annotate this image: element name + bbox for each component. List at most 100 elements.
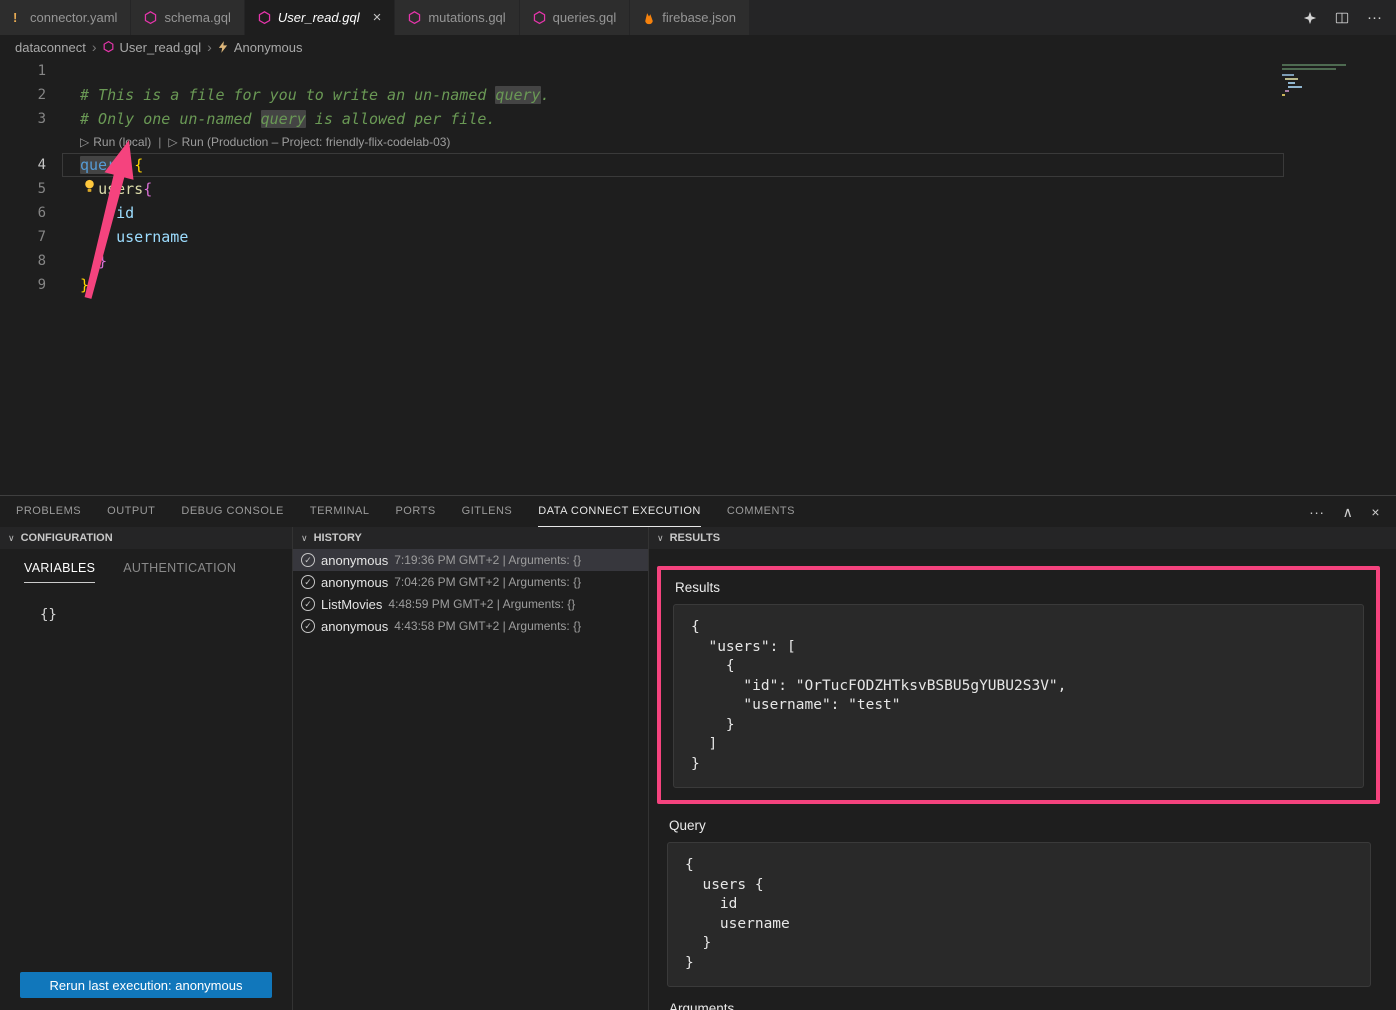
run-production-label: Run (Production – Project: friendly-flix…: [182, 131, 451, 153]
chevron-down-icon: ∨: [301, 533, 308, 544]
editor-line-5[interactable]: 5 users{: [0, 177, 1396, 201]
breadcrumb-item-file[interactable]: User_read.gql: [120, 40, 202, 55]
minimap[interactable]: [1270, 59, 1396, 495]
history-item-name: ListMovies: [321, 597, 382, 612]
run-production-link[interactable]: ▷Run (Production – Project: friendly-fli…: [168, 131, 450, 153]
tab-firebase-json[interactable]: firebase.json: [630, 0, 750, 35]
results-pane: ∨ RESULTS Results { "users": [ { "id": "…: [649, 527, 1396, 1010]
lightbulb-icon[interactable]: [83, 179, 96, 198]
code-line: id: [62, 201, 134, 225]
panel-tab-comments[interactable]: COMMENTS: [727, 496, 795, 527]
history-item-name: anonymous: [321, 575, 388, 590]
run-local-link[interactable]: ▷Run (local): [80, 131, 151, 153]
panel-tab-ports[interactable]: PORTS: [395, 496, 435, 527]
breadcrumb-item-anonymous[interactable]: Anonymous: [234, 40, 303, 55]
symbol-operation-icon: [218, 41, 228, 53]
line-number: 2: [0, 83, 62, 107]
line-number: 8: [0, 249, 62, 273]
history-item-meta: 4:43:58 PM GMT+2 | Arguments: {}: [394, 619, 581, 633]
breadcrumb-item-dataconnect[interactable]: dataconnect: [15, 40, 86, 55]
code-line: username: [62, 225, 188, 249]
configuration-tabs: VARIABLES AUTHENTICATION: [0, 549, 292, 583]
tab-queries-gql[interactable]: queries.gql: [520, 0, 631, 35]
firebase-icon: [643, 11, 655, 25]
variables-editor[interactable]: {}: [40, 607, 292, 623]
chevron-down-icon: ∨: [657, 533, 664, 544]
tab-user-read-gql[interactable]: User_read.gql ×: [245, 0, 395, 35]
editor-line-1[interactable]: 1: [0, 59, 1396, 83]
run-local-label: Run (local): [93, 131, 151, 153]
results-header[interactable]: ∨ RESULTS: [649, 527, 1396, 549]
history-item[interactable]: ✓ ListMovies 4:48:59 PM GMT+2 | Argument…: [293, 593, 648, 615]
tab-variables[interactable]: VARIABLES: [24, 561, 95, 583]
code-line: }: [62, 273, 89, 297]
history-pane: ∨ HISTORY ✓ anonymous 7:19:36 PM GMT+2 |…: [293, 527, 649, 1010]
history-header-label: HISTORY: [314, 532, 362, 544]
tab-label: queries.gql: [553, 10, 617, 25]
arguments-section-label: Arguments: [669, 1001, 1371, 1010]
history-item-meta: 4:48:59 PM GMT+2 | Arguments: {}: [388, 597, 575, 611]
editor-line-9[interactable]: 9 }: [0, 273, 1396, 297]
copilot-sparkle-icon[interactable]: [1303, 11, 1317, 25]
line-number: 3: [0, 107, 62, 131]
tab-label: firebase.json: [662, 10, 736, 25]
results-json: { "users": [ { "id": "OrTucFODZHTksvBSBU…: [673, 604, 1364, 788]
rerun-last-execution-button[interactable]: Rerun last execution: anonymous: [20, 972, 272, 998]
line-number: 1: [0, 59, 62, 83]
panel-tab-debug-console[interactable]: DEBUG CONSOLE: [181, 496, 283, 527]
editor-line-6[interactable]: 6 id: [0, 201, 1396, 225]
close-panel-icon[interactable]: ×: [1371, 505, 1380, 519]
tab-schema-gql[interactable]: schema.gql: [131, 0, 244, 35]
tab-label: mutations.gql: [428, 10, 505, 25]
tab-connector-yaml[interactable]: ! connector.yaml: [0, 0, 131, 35]
editor-line-8[interactable]: 8 }: [0, 249, 1396, 273]
yaml-icon: !: [13, 10, 23, 25]
graphql-icon: [533, 11, 546, 25]
history-item[interactable]: ✓ anonymous 4:43:58 PM GMT+2 | Arguments…: [293, 615, 648, 637]
editor-line-4[interactable]: 4 query {: [0, 153, 1396, 177]
tab-label: User_read.gql: [278, 10, 360, 25]
panel-tab-terminal[interactable]: TERMINAL: [310, 496, 370, 527]
graphql-icon: [103, 41, 114, 53]
configuration-pane: ∨ CONFIGURATION VARIABLES AUTHENTICATION…: [0, 527, 293, 1010]
editor-actions: ···: [1303, 0, 1396, 35]
code-editor[interactable]: 1 2 # This is a file for you to write an…: [0, 59, 1396, 495]
data-connect-execution-view: ∨ CONFIGURATION VARIABLES AUTHENTICATION…: [0, 527, 1396, 1010]
line-number: 5: [0, 177, 62, 201]
maximize-panel-icon[interactable]: ∧: [1343, 505, 1354, 519]
code-line: users{: [62, 177, 152, 201]
panel-tab-problems[interactable]: PROBLEMS: [16, 496, 81, 527]
codelens: ▷Run (local) | ▷Run (Production – Projec…: [0, 131, 1396, 153]
history-header[interactable]: ∨ HISTORY: [293, 527, 648, 549]
editor-line-3[interactable]: 3 # Only one un-named query is allowed p…: [0, 107, 1396, 131]
chevron-right-icon: ›: [207, 39, 212, 55]
editor-line-2[interactable]: 2 # This is a file for you to write an u…: [0, 83, 1396, 107]
vscode-window: ! connector.yaml schema.gql User_read.gq…: [0, 0, 1396, 1010]
tab-authentication[interactable]: AUTHENTICATION: [123, 561, 236, 583]
check-circle-icon: ✓: [301, 597, 315, 611]
panel-tab-gitlens[interactable]: GITLENS: [462, 496, 513, 527]
line-number: 4: [0, 153, 62, 177]
history-item[interactable]: ✓ anonymous 7:19:36 PM GMT+2 | Arguments…: [293, 549, 648, 571]
results-scroll-area: Results { "users": [ { "id": "OrTucFODZH…: [649, 549, 1396, 1010]
configuration-header[interactable]: ∨ CONFIGURATION: [0, 527, 292, 549]
more-actions-icon[interactable]: ···: [1367, 9, 1382, 26]
tab-label: connector.yaml: [30, 10, 117, 25]
editor-line-7[interactable]: 7 username: [0, 225, 1396, 249]
check-circle-icon: ✓: [301, 575, 315, 589]
play-icon: ▷: [168, 131, 177, 153]
query-section-label: Query: [669, 818, 1371, 833]
arguments-section: Arguments {}: [667, 1001, 1371, 1010]
check-circle-icon: ✓: [301, 619, 315, 633]
history-item[interactable]: ✓ anonymous 7:04:26 PM GMT+2 | Arguments…: [293, 571, 648, 593]
split-editor-icon[interactable]: [1335, 11, 1349, 25]
close-tab-icon[interactable]: ×: [373, 10, 382, 25]
play-icon: ▷: [80, 131, 89, 153]
panel-tab-output[interactable]: OUTPUT: [107, 496, 155, 527]
query-code: { users { id username } }: [667, 842, 1371, 987]
tab-label: schema.gql: [164, 10, 230, 25]
panel-tab-data-connect-execution[interactable]: DATA CONNECT EXECUTION: [538, 496, 701, 527]
tab-mutations-gql[interactable]: mutations.gql: [395, 0, 519, 35]
more-actions-icon[interactable]: ···: [1309, 505, 1325, 519]
code-line: query {: [62, 153, 143, 177]
